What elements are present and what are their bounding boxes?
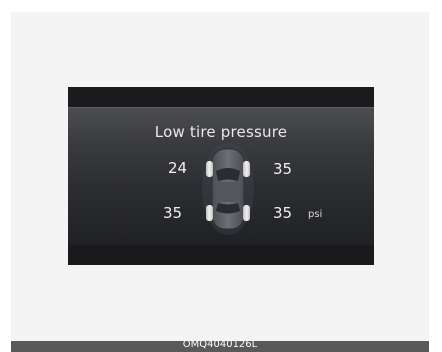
front-left-tire-icon: [206, 161, 213, 177]
display-top-band: [68, 87, 374, 107]
rear-right-tire-pressure: 35: [273, 204, 293, 222]
rear-left-tire-pressure: 35: [163, 204, 183, 222]
tpms-warning-panel: Low tire pressure 24 35 35 35 psi: [68, 107, 374, 245]
rear-left-tire-icon: [206, 205, 213, 221]
front-right-tire-icon: [243, 161, 250, 177]
low-tire-pressure-title: Low tire pressure: [154, 123, 288, 141]
instrument-cluster-display: Low tire pressure 24 35 35 35 psi: [68, 87, 374, 265]
front-left-tire-pressure: 24: [168, 159, 188, 177]
page: Low tire pressure 24 35 35 35 psi OMQ404…: [0, 0, 442, 352]
figure-caption-bar: OMQ4040126L: [11, 339, 429, 352]
display-bottom-band: [68, 245, 374, 265]
pressure-unit-label: psi: [308, 209, 323, 220]
rear-right-tire-icon: [243, 205, 250, 221]
front-right-tire-pressure: 35: [273, 160, 293, 178]
car-top-view-icon: [202, 143, 254, 235]
figure-code: OMQ4040126L: [182, 339, 258, 350]
